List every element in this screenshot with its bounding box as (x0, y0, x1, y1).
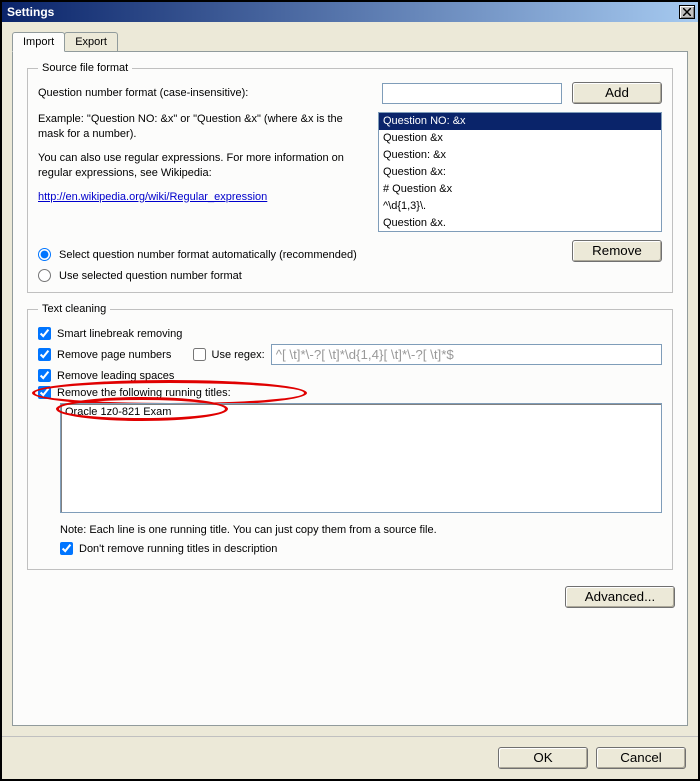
regex-wiki-link[interactable]: http://en.wikipedia.org/wiki/Regular_exp… (38, 191, 267, 203)
radio-manual-label: Use selected question number format (59, 270, 242, 282)
check-use-regex-label: Use regex: (212, 349, 265, 361)
check-smart-linebreak[interactable] (38, 327, 51, 340)
check-use-regex[interactable] (193, 348, 206, 361)
tabs: Import Export (12, 32, 688, 51)
radio-auto-label: Select question number format automatica… (59, 249, 357, 261)
source-file-format-group: Source file format Question number forma… (27, 62, 673, 293)
cleaning-legend: Text cleaning (38, 303, 110, 315)
close-button[interactable] (679, 5, 695, 19)
tab-export[interactable]: Export (64, 32, 118, 51)
content-area: Import Export Source file format Questio… (2, 22, 698, 736)
titlebar: Settings (2, 2, 698, 22)
list-item[interactable]: Question: &x (379, 147, 661, 164)
check-dont-remove-desc-label: Don't remove running titles in descripti… (79, 543, 277, 555)
list-item[interactable]: Question &x: (379, 164, 661, 181)
radio-auto[interactable] (38, 248, 51, 261)
check-remove-leading-label: Remove leading spaces (57, 370, 174, 382)
close-icon (683, 8, 691, 16)
check-dont-remove-desc[interactable] (60, 542, 73, 555)
advanced-button[interactable]: Advanced... (565, 586, 675, 608)
settings-window: Settings Import Export Source file forma… (0, 0, 700, 781)
list-item[interactable]: # Question &x (379, 181, 661, 198)
radio-manual[interactable] (38, 269, 51, 282)
cancel-button[interactable]: Cancel (596, 747, 686, 769)
add-button[interactable]: Add (572, 82, 662, 104)
check-smart-linebreak-label: Smart linebreak removing (57, 328, 182, 340)
text-cleaning-group: Text cleaning Smart linebreak removing R… (27, 303, 673, 570)
check-remove-pagenum-label: Remove page numbers (57, 349, 171, 361)
running-titles-textarea[interactable] (60, 403, 662, 513)
running-titles-wrap (60, 403, 662, 516)
regex-info-text: You can also use regular expressions. Fo… (38, 151, 368, 182)
window-title: Settings (7, 5, 679, 19)
source-left-text: Example: "Question NO: &x" or "Question … (38, 112, 368, 232)
check-remove-running[interactable] (38, 386, 51, 399)
running-note: Note: Each line is one running title. Yo… (60, 524, 662, 536)
list-item[interactable]: Question &x (379, 130, 661, 147)
qformat-label: Question number format (case-insensitive… (38, 87, 372, 99)
ok-button[interactable]: OK (498, 747, 588, 769)
dialog-buttons: OK Cancel (2, 736, 698, 779)
check-remove-leading[interactable] (38, 369, 51, 382)
list-item[interactable]: Question &x. (379, 215, 661, 232)
tab-import[interactable]: Import (12, 32, 65, 52)
remove-button[interactable]: Remove (572, 240, 662, 262)
format-listbox[interactable]: Question NO: &x Question &x Question: &x… (378, 112, 662, 232)
regex-field (271, 344, 662, 365)
example-text: Example: "Question NO: &x" or "Question … (38, 112, 368, 143)
import-pane: Source file format Question number forma… (12, 51, 688, 726)
check-remove-running-label: Remove the following running titles: (57, 387, 231, 399)
check-remove-pagenum[interactable] (38, 348, 51, 361)
qformat-input[interactable] (382, 83, 562, 104)
list-item[interactable]: ^\d{1,3}\. (379, 198, 661, 215)
list-item[interactable]: Question NO: &x (379, 113, 661, 130)
source-legend: Source file format (38, 62, 132, 74)
